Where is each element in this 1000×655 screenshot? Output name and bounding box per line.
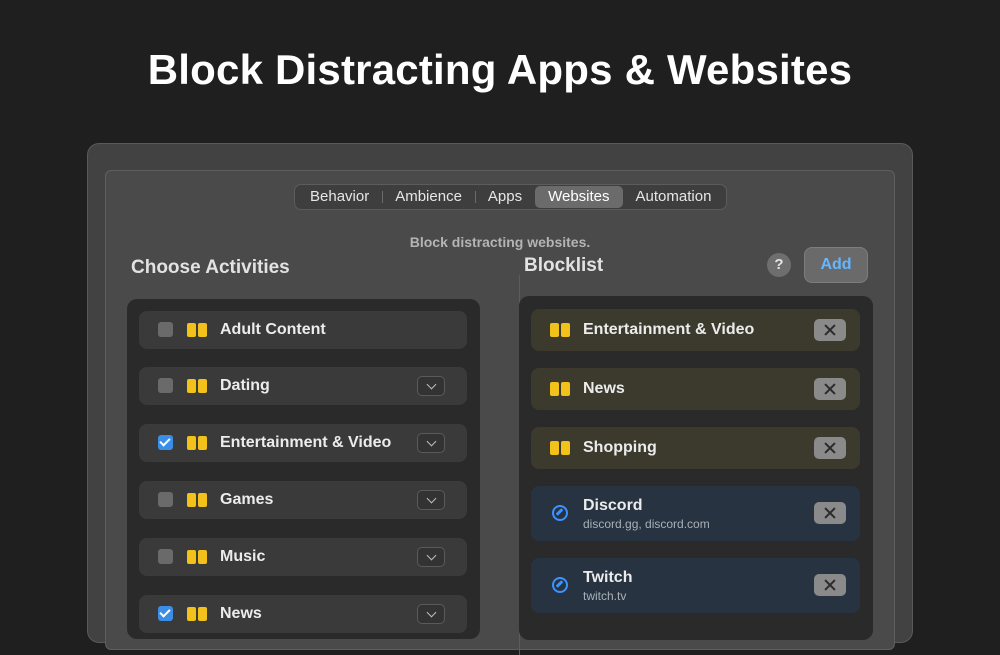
checkbox-checked[interactable] bbox=[158, 606, 173, 621]
tab-ambience[interactable]: Ambience bbox=[382, 186, 475, 208]
tab-behavior[interactable]: Behavior bbox=[297, 186, 382, 208]
add-button[interactable]: Add bbox=[804, 247, 868, 283]
activities-title: Choose Activities bbox=[131, 257, 290, 278]
chevron-down-icon[interactable] bbox=[417, 376, 445, 396]
activity-label: Games bbox=[220, 491, 274, 508]
checkbox-checked[interactable] bbox=[158, 435, 173, 450]
category-icon bbox=[187, 323, 207, 337]
blocklist-item-domains: discord.gg, discord.com bbox=[583, 517, 710, 531]
checkbox[interactable] bbox=[158, 549, 173, 564]
page-subtitle: Block distracting websites. bbox=[409, 234, 591, 250]
category-icon bbox=[187, 607, 207, 621]
category-icon bbox=[187, 493, 207, 507]
blocklist-item-label: News bbox=[583, 380, 625, 397]
activity-row-news[interactable]: News bbox=[139, 595, 467, 633]
chevron-down-icon[interactable] bbox=[417, 547, 445, 567]
tab-websites[interactable]: Websites bbox=[535, 186, 623, 208]
activity-label: Entertainment & Video bbox=[220, 434, 392, 451]
tab-automation[interactable]: Automation bbox=[623, 186, 725, 208]
compass-icon bbox=[552, 505, 568, 521]
blocklist-item-label: Entertainment & Video bbox=[583, 321, 755, 338]
remove-button[interactable] bbox=[814, 378, 846, 400]
checkbox[interactable] bbox=[158, 378, 173, 393]
category-icon bbox=[550, 323, 570, 337]
tab-bar: Behavior Ambience Apps Websites Automati… bbox=[294, 184, 728, 210]
remove-button[interactable] bbox=[814, 437, 846, 459]
category-icon bbox=[550, 441, 570, 455]
activity-label: News bbox=[220, 605, 262, 622]
activity-row-entertainment[interactable]: Entertainment & Video bbox=[139, 424, 467, 462]
blocklist-item: News bbox=[531, 368, 860, 410]
category-icon bbox=[187, 379, 207, 393]
blocklist-item-label: Discord bbox=[583, 497, 643, 514]
remove-button[interactable] bbox=[814, 574, 846, 596]
compass-icon bbox=[552, 577, 568, 593]
activity-label: Music bbox=[220, 548, 266, 565]
activity-row-music[interactable]: Music bbox=[139, 538, 467, 576]
remove-button[interactable] bbox=[814, 319, 846, 341]
help-button[interactable]: ? bbox=[767, 253, 791, 277]
chevron-down-icon[interactable] bbox=[417, 604, 445, 624]
activities-list: Adult Content Dating Entertainment & Vid… bbox=[127, 299, 480, 639]
chevron-down-icon[interactable] bbox=[417, 490, 445, 510]
blocklist-item-domains: twitch.tv bbox=[583, 589, 627, 603]
blocklist-item: Discord discord.gg, discord.com bbox=[531, 486, 860, 541]
checkbox[interactable] bbox=[158, 322, 173, 337]
blocklist-title: Blocklist bbox=[524, 255, 604, 276]
blocklist-item: Twitch twitch.tv bbox=[531, 558, 860, 613]
category-icon bbox=[187, 550, 207, 564]
blocklist-item-label: Shopping bbox=[583, 439, 657, 456]
category-icon bbox=[187, 436, 207, 450]
hero-title: Block Distracting Apps & Websites bbox=[147, 46, 853, 93]
activity-label: Adult Content bbox=[220, 321, 326, 338]
blocklist-item-label: Twitch bbox=[583, 569, 633, 586]
blocklist-item: Entertainment & Video bbox=[531, 309, 860, 351]
activity-row-dating[interactable]: Dating bbox=[139, 367, 467, 405]
tab-apps[interactable]: Apps bbox=[474, 186, 535, 208]
remove-button[interactable] bbox=[814, 502, 846, 524]
chevron-down-icon[interactable] bbox=[417, 433, 445, 453]
blocklist-panel: Entertainment & Video News Shopping Disc… bbox=[519, 296, 873, 640]
activity-row-adult-content[interactable]: Adult Content bbox=[139, 311, 467, 349]
checkbox[interactable] bbox=[158, 492, 173, 507]
category-icon bbox=[550, 382, 570, 396]
blocklist-item: Shopping bbox=[531, 427, 860, 469]
activity-label: Dating bbox=[220, 377, 270, 394]
activity-row-games[interactable]: Games bbox=[139, 481, 467, 519]
